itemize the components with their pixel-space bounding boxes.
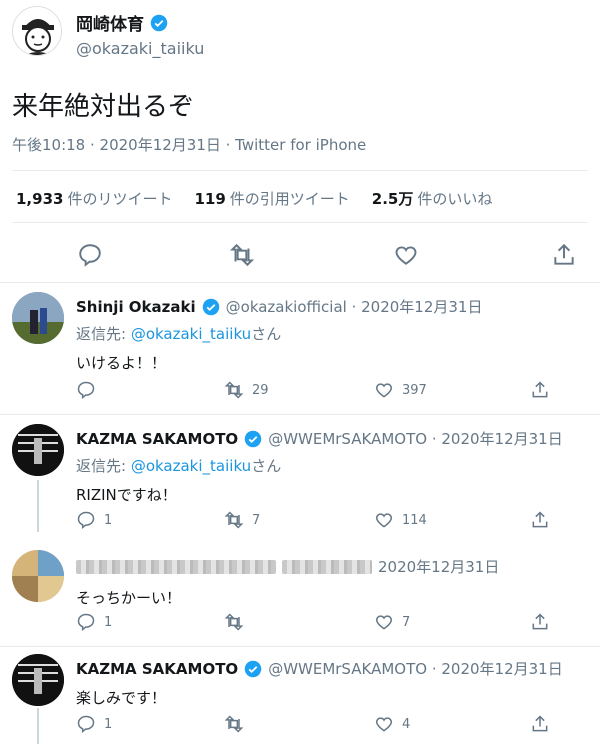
display-name[interactable]: 岡崎体育 — [76, 10, 204, 35]
share-icon[interactable] — [551, 242, 577, 268]
divider — [12, 170, 588, 171]
display-name[interactable]: Shinji Okazaki — [76, 298, 196, 316]
reply-text: そっちかーい！ — [76, 589, 182, 607]
display-name-text[interactable]: 岡崎体育 — [76, 10, 144, 35]
user-handle[interactable]: @WWEMrSAKAMOTO — [268, 660, 427, 678]
like-count: 7 — [402, 614, 411, 630]
share-icon[interactable] — [530, 380, 550, 400]
retweet-count: 1,933 — [16, 190, 64, 208]
reply-icon[interactable] — [76, 612, 96, 632]
tweet-actions — [0, 238, 600, 274]
reply-date[interactable]: · 2020年12月31日 — [432, 658, 563, 679]
retweet-icon[interactable] — [224, 612, 244, 632]
avatar[interactable] — [12, 424, 64, 476]
user-handle[interactable]: @okazakiofficial — [226, 298, 347, 316]
replying-to-label: 返信先: — [76, 325, 131, 343]
retweet-icon[interactable] — [229, 242, 255, 268]
quote-count: 119 — [194, 190, 226, 208]
retweet-count: 7 — [252, 512, 261, 528]
quote-stat[interactable]: 119 件の引用ツイート — [194, 188, 349, 209]
verified-badge-icon — [244, 660, 262, 677]
reply-count: 1 — [104, 614, 113, 630]
tweet-stats: 1,933 件のリツイート 119 件の引用ツイート 2.5万 件のいいね — [16, 188, 492, 209]
reply-actions: 1 7 — [76, 612, 576, 636]
thread-line — [37, 480, 39, 532]
replying-to: 返信先: @okazaki_taiikuさん — [76, 323, 588, 344]
tweet-header: 岡崎体育 @okazaki_taiiku — [12, 6, 204, 58]
user-handle[interactable]: @okazaki_taiiku — [76, 39, 204, 58]
like-icon[interactable] — [393, 242, 419, 268]
avatar[interactable] — [12, 6, 62, 56]
quote-label: 件の引用ツイート — [229, 190, 350, 208]
share-icon[interactable] — [530, 510, 550, 530]
retweet-label: 件のリツイート — [67, 190, 173, 208]
like-icon[interactable] — [374, 714, 394, 734]
thread-line — [37, 708, 39, 744]
like-count: 114 — [402, 512, 427, 528]
reply-actions: 29 397 — [76, 380, 576, 404]
divider — [12, 222, 588, 223]
verified-badge-icon — [244, 430, 262, 447]
divider — [0, 282, 600, 283]
reply-count: 1 — [104, 512, 113, 528]
blurred-name — [76, 559, 276, 574]
blurred-handle — [282, 559, 372, 574]
reply-text: いけるよ！！ — [76, 354, 167, 372]
retweet-icon[interactable] — [224, 510, 244, 530]
like-icon[interactable] — [374, 510, 394, 530]
like-label: 件のいいね — [417, 190, 493, 208]
avatar[interactable] — [12, 292, 64, 344]
reply-count: 1 — [104, 716, 113, 732]
divider — [0, 414, 600, 415]
like-icon[interactable] — [374, 380, 394, 400]
tweet-text: 来年絶対出るぞ — [12, 92, 195, 122]
retweet-stat[interactable]: 1,933 件のリツイート — [16, 188, 172, 209]
reply-date[interactable]: 2020年12月31日 — [378, 556, 499, 577]
replying-to-link[interactable]: @okazaki_taiiku — [131, 325, 251, 343]
avatar[interactable] — [12, 654, 64, 706]
replying-to: 返信先: @okazaki_taiikuさん — [76, 455, 588, 476]
like-count: 2.5万 — [371, 190, 414, 208]
like-stat[interactable]: 2.5万 件のいいね — [372, 188, 493, 209]
reply-icon[interactable] — [77, 242, 103, 268]
reply-date[interactable]: · 2020年12月31日 — [352, 296, 483, 317]
reply-date[interactable]: · 2020年12月31日 — [432, 428, 563, 449]
retweet-icon[interactable] — [224, 380, 244, 400]
replying-to-suffix: さん — [251, 325, 282, 343]
display-name[interactable]: KAZMA SAKAMOTO — [76, 430, 238, 448]
display-name[interactable]: KAZMA SAKAMOTO — [76, 660, 238, 678]
share-icon[interactable] — [530, 714, 550, 734]
reply-icon[interactable] — [76, 380, 96, 400]
tweet-timestamp[interactable]: 午後10:18 · 2020年12月31日 · Twitter for iPho… — [12, 134, 366, 155]
divider — [0, 646, 600, 647]
avatar[interactable] — [12, 550, 64, 602]
reply-icon[interactable] — [76, 510, 96, 530]
reply-actions: 1 4 — [76, 714, 576, 738]
replying-to-suffix: さん — [251, 457, 282, 475]
verified-badge-icon — [202, 298, 219, 315]
retweet-count: 29 — [252, 382, 269, 398]
like-count: 397 — [402, 382, 427, 398]
like-icon[interactable] — [374, 612, 394, 632]
user-handle[interactable]: @WWEMrSAKAMOTO — [268, 430, 427, 448]
verified-badge-icon — [150, 14, 168, 31]
reply-actions: 1 7 114 — [76, 510, 576, 534]
share-icon[interactable] — [530, 612, 550, 632]
like-count: 4 — [402, 716, 411, 732]
reply-icon[interactable] — [76, 714, 96, 734]
retweet-icon[interactable] — [224, 714, 244, 734]
reply-text: 楽しみです！ — [76, 689, 167, 707]
replying-to-link[interactable]: @okazaki_taiiku — [131, 457, 251, 475]
replying-to-label: 返信先: — [76, 457, 131, 475]
reply-text: RIZINですね！ — [76, 486, 177, 504]
